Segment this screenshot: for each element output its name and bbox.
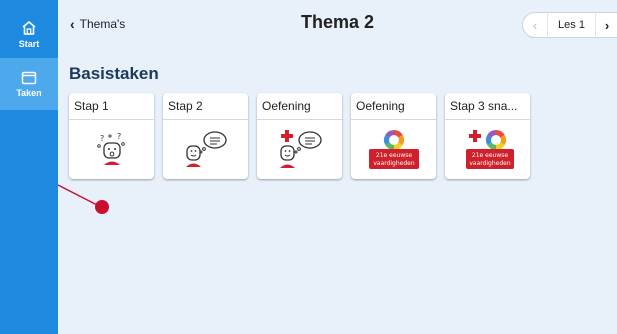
back-button[interactable]: ‹ Thema's: [70, 16, 125, 32]
badge-line: vaardigheden: [469, 160, 511, 167]
sidebar: Start Taken: [0, 0, 58, 334]
lesson-select[interactable]: Les 1: [547, 12, 596, 38]
task-card-title: Oefening: [351, 93, 436, 120]
lesson-navigator: ‹ Les 1 ›: [522, 12, 617, 38]
task-card-title: Stap 2: [163, 93, 248, 120]
badge-line: 21e eeuwse: [375, 152, 411, 159]
back-label: Thema's: [79, 17, 126, 31]
task-card-list: Stap 1 ? ? Stap 2 Oefening Oefening 21e …: [69, 93, 530, 179]
task-card[interactable]: Stap 1 ? ?: [69, 93, 154, 179]
home-icon: [22, 20, 36, 35]
chevron-left-icon: ‹: [70, 16, 75, 32]
thinking-face-icon: [185, 131, 227, 167]
svg-text:?: ?: [117, 132, 121, 141]
sidebar-item-label: Taken: [16, 87, 42, 98]
skills-icon: 21e eeuwse vaardigheden: [368, 129, 419, 169]
task-card-title: Stap 3 sna...: [445, 93, 530, 120]
sidebar-item-taken[interactable]: Taken: [0, 58, 58, 110]
badge-line: vaardigheden: [373, 160, 415, 167]
task-card-title: Oefening: [257, 93, 342, 120]
next-lesson-button[interactable]: ›: [596, 18, 617, 33]
main-content: ‹ Thema's Thema 2 ‹ Les 1 › Basistaken S…: [58, 0, 617, 334]
prev-lesson-button[interactable]: ‹: [523, 18, 547, 33]
section-title: Basistaken: [69, 64, 159, 83]
task-card[interactable]: Oefening 21e eeuwse vaardigheden: [351, 93, 436, 179]
task-card[interactable]: Oefening: [257, 93, 342, 179]
badge-line: 21e eeuwse: [471, 152, 507, 159]
wondering-face-icon: ? ?: [96, 132, 125, 165]
task-card[interactable]: Stap 3 sna... 21e eeuwse vaardigheden: [445, 93, 530, 179]
svg-text:?: ?: [100, 134, 104, 143]
task-card-title: Stap 1: [69, 93, 154, 120]
task-card[interactable]: Stap 2: [163, 93, 248, 179]
top-bar: ‹ Thema's Thema 2 ‹ Les 1 ›: [58, 0, 617, 50]
sidebar-item-label: Start: [18, 38, 40, 49]
window-icon: [21, 71, 37, 84]
thinking-plus-icon: [279, 130, 322, 168]
sidebar-item-start[interactable]: Start: [0, 8, 58, 60]
skills-plus-icon: 21e eeuwse vaardigheden: [465, 129, 514, 169]
